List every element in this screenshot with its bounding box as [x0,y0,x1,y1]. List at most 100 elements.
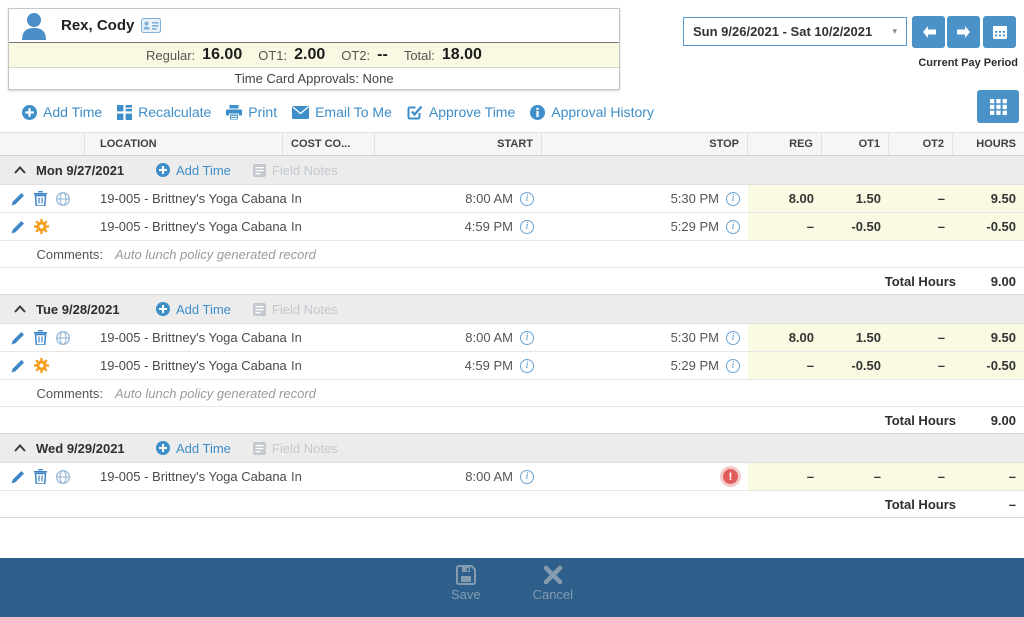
recalculate-grid-icon [117,105,132,120]
ot2-cell: – [889,185,953,212]
ot1-cell: -0.50 [822,352,889,379]
plus-circle-icon [156,163,170,177]
reg-cell: – [748,463,822,490]
delete-icon[interactable] [34,191,47,206]
info-icon[interactable]: i [726,331,740,345]
header-hours: HOURS [953,133,1024,155]
header-reg: REG [748,133,822,155]
delete-icon[interactable] [34,469,47,484]
calendar-button[interactable] [983,16,1016,48]
edit-icon[interactable] [11,192,25,206]
timecard-table: LOCATION COST CO... START STOP REG OT1 O… [0,132,1024,518]
edit-icon[interactable] [11,331,25,345]
previous-period-button[interactable] [912,16,945,48]
edit-icon[interactable] [11,470,25,484]
printer-icon [226,105,242,120]
day-add-time-button[interactable]: Add Time [156,163,231,178]
day-date: Wed 9/29/2021 [36,441,128,456]
info-icon[interactable]: i [726,220,740,234]
start-time: 4:59 PM [465,219,513,234]
add-time-button[interactable]: Add Time [22,104,102,120]
hours-cell: 9.50 [953,185,1024,212]
id-card-icon[interactable] [141,18,161,33]
web-globe-icon [56,192,70,206]
info-icon[interactable]: i [520,470,534,484]
field-notes-button-disabled: Field Notes [253,302,338,317]
ot1-value: 2.00 [294,46,325,64]
collapse-chevron-icon[interactable] [14,166,26,174]
info-icon[interactable]: i [726,359,740,373]
day-add-time-button[interactable]: Add Time [156,302,231,317]
web-globe-icon [56,331,70,345]
edit-icon[interactable] [11,220,25,234]
cost-code-cell: In [283,185,375,212]
email-to-me-button[interactable]: Email To Me [292,104,392,120]
day-total-row: Total Hours – [0,491,1024,518]
approve-time-button[interactable]: Approve Time [407,104,515,120]
day-date: Tue 9/28/2021 [36,302,128,317]
edit-icon[interactable] [11,359,25,373]
collapse-chevron-icon[interactable] [14,444,26,452]
ot2-cell: – [889,352,953,379]
reg-cell: – [748,213,822,240]
auto-gear-icon[interactable] [34,219,49,234]
location-cell: 19-005 - Brittney's Yoga Cabana [85,213,283,240]
ot1-label: OT1: [258,48,287,63]
delete-icon[interactable] [34,330,47,345]
cost-code-cell: In [283,213,375,240]
approval-history-button[interactable]: Approval History [530,104,654,120]
day-total-row: Total Hours 9.00 [0,268,1024,295]
comments-text: Auto lunch policy generated record [115,386,316,401]
total-hours-value: – [956,497,1024,512]
save-floppy-icon [456,565,476,585]
comments-text: Auto lunch policy generated record [115,247,316,262]
location-cell: 19-005 - Brittney's Yoga Cabana [85,352,283,379]
ot2-value: -- [377,46,388,64]
cancel-button[interactable]: Cancel [533,565,573,602]
arrow-right-icon [955,25,973,39]
column-settings-button[interactable] [977,90,1019,123]
missing-stop-error-icon[interactable]: ! [723,469,738,484]
pay-period-select[interactable]: Sun 9/26/2021 - Sat 10/2/2021 ▾ [683,17,907,46]
timecard-page: Rex, Cody Regular: 16.00 OT1: 2.00 OT2: … [0,0,1024,617]
reg-cell: 8.00 [748,185,822,212]
stop-time: 5:29 PM [671,358,719,373]
print-button[interactable]: Print [226,104,277,120]
auto-gear-icon[interactable] [34,358,49,373]
info-icon[interactable]: i [520,220,534,234]
action-footer: Save Cancel [0,558,1024,617]
employee-name: Rex, Cody [61,17,134,34]
total-label: Total: [404,48,435,63]
total-hours-label: Total Hours [885,274,956,289]
employee-card: Rex, Cody Regular: 16.00 OT1: 2.00 OT2: … [8,8,620,90]
cost-code-cell: In [283,463,375,490]
collapse-chevron-icon[interactable] [14,305,26,313]
day-add-time-button[interactable]: Add Time [156,441,231,456]
ot1-cell: -0.50 [822,213,889,240]
info-icon[interactable]: i [520,359,534,373]
start-time: 8:00 AM [465,191,513,206]
ot2-cell: – [889,324,953,351]
next-period-button[interactable] [947,16,980,48]
time-row: 19-005 - Brittney's Yoga Cabana In 8:00 … [0,324,1024,352]
comments-row: Comments: Auto lunch policy generated re… [0,380,1024,407]
note-icon [253,442,266,455]
ot1-cell: 1.50 [822,185,889,212]
time-row: 19-005 - Brittney's Yoga Cabana In 4:59 … [0,213,1024,241]
save-button[interactable]: Save [451,565,481,602]
header-ot1: OT1 [822,133,889,155]
day-header-wed: Wed 9/29/2021 Add Time Field Notes [0,434,1024,463]
note-icon [253,164,266,177]
calendar-icon [992,24,1008,40]
stop-time: 5:30 PM [671,191,719,206]
chevron-down-icon: ▾ [892,26,897,37]
ot1-cell: 1.50 [822,324,889,351]
ot2-label: OT2: [341,48,370,63]
info-icon[interactable]: i [520,331,534,345]
recalculate-button[interactable]: Recalculate [117,104,211,120]
info-icon[interactable]: i [726,192,740,206]
info-icon[interactable]: i [520,192,534,206]
cost-code-cell: In [283,352,375,379]
field-notes-button-disabled: Field Notes [253,163,338,178]
total-hours-label: Total Hours [885,497,956,512]
